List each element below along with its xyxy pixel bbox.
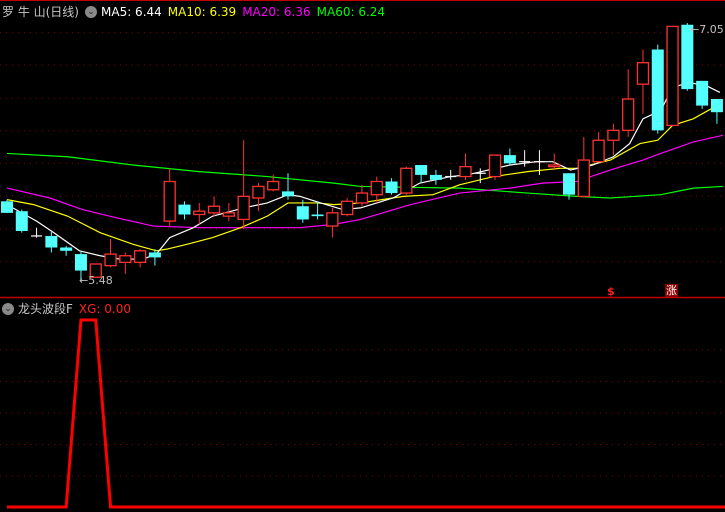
candle-up <box>163 180 176 222</box>
candle-up <box>193 210 206 216</box>
indicator-name: 龙头波段F <box>18 302 73 316</box>
candle-down <box>696 80 709 106</box>
candle-up <box>222 212 236 217</box>
candle-up <box>488 154 502 178</box>
candle-down <box>651 49 664 131</box>
candle-down <box>74 254 87 271</box>
chevron-down-circle-icon[interactable]: ⌄ <box>2 302 14 315</box>
candle-up <box>267 180 280 191</box>
ma20-legend: MA20: 6.36 <box>242 4 311 19</box>
stock-name: 罗 牛 山(日线) <box>2 5 79 19</box>
high-price-label: ←7.05 <box>690 23 724 36</box>
ma10-legend: MA10: 6.39 <box>167 4 237 19</box>
candle-up <box>592 139 605 163</box>
candle-down <box>148 252 161 258</box>
candle-down <box>45 235 58 248</box>
candle-up <box>326 212 339 227</box>
chevron-down-circle-icon[interactable]: ⌄ <box>85 5 97 18</box>
rise-signal-marker: 涨 <box>665 284 678 297</box>
ma5-legend: MA5: 6.44 <box>101 4 162 19</box>
candle-up <box>666 25 679 127</box>
candle-up <box>636 62 650 85</box>
candle-down <box>415 165 428 175</box>
candle-down <box>503 155 516 164</box>
candle-up <box>370 180 383 196</box>
candle-down <box>15 211 28 231</box>
candle-up <box>119 255 132 263</box>
candle-down <box>178 204 191 215</box>
candle-up <box>355 192 369 204</box>
low-price-label: ←5.48 <box>79 274 113 287</box>
candle-down <box>282 191 295 197</box>
ma20-line <box>6 134 723 229</box>
candle-down <box>60 247 73 251</box>
candle-down <box>563 173 576 195</box>
ma60-line <box>6 152 723 199</box>
candle-down <box>429 174 442 180</box>
candle-up <box>237 195 250 221</box>
ma5-line <box>6 81 721 260</box>
ma60-legend: MA60: 6.24 <box>316 4 386 19</box>
candle-up <box>252 185 265 199</box>
candle-up <box>133 250 147 264</box>
candle-up <box>622 98 635 132</box>
candle-up <box>577 159 590 198</box>
candle-up <box>341 200 354 216</box>
candle-up <box>548 164 561 168</box>
xg-value: XG: 0.00 <box>78 301 132 316</box>
candle-down <box>1 201 13 213</box>
candle-up <box>104 253 117 267</box>
candle-down <box>311 214 324 217</box>
candle-up <box>459 165 472 178</box>
candle-down <box>710 99 723 113</box>
chart-canvas[interactable] <box>0 0 725 512</box>
dollar-signal-marker: $ <box>607 285 615 298</box>
candle-up <box>607 129 620 141</box>
candle-down <box>385 181 398 194</box>
candle-up <box>400 167 413 194</box>
candle-down <box>296 206 309 220</box>
indicator-header: ⌄ 龙头波段F XG: 0.00 <box>2 300 137 317</box>
candle-up <box>207 205 221 214</box>
price-chart-header: 罗 牛 山(日线) ⌄ MA5: 6.44 MA10: 6.39 MA20: 6… <box>2 3 391 20</box>
